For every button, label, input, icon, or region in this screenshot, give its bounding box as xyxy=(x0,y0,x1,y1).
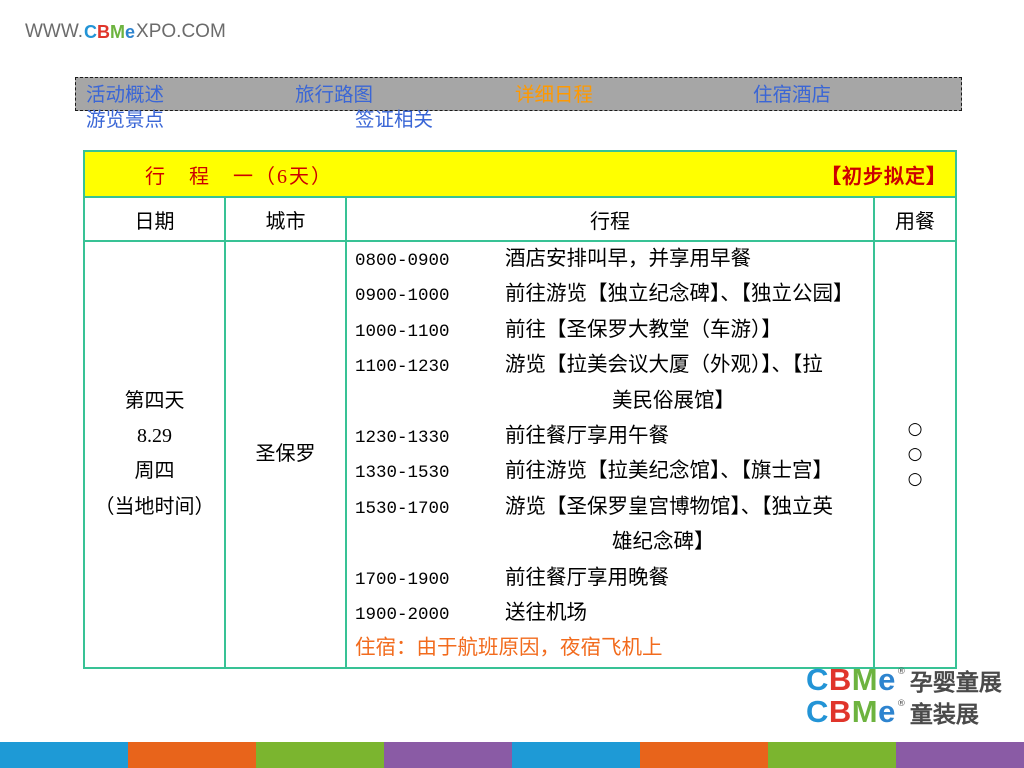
brand-logo-row: C B M e ® 童装展 xyxy=(806,696,1018,729)
schedule-activity: 前往餐厅享用晚餐 xyxy=(505,566,669,589)
color-bar-segment xyxy=(640,742,768,768)
site-logo: WWW. C B M e XPO.COM xyxy=(25,21,226,43)
brand-letter: M xyxy=(851,694,879,729)
day-label: 第四天 xyxy=(124,389,185,412)
meal-circle-icon: ○ xyxy=(907,468,923,489)
cbme-logo: C B M e xyxy=(806,664,896,696)
schedule-activity: 前往餐厅享用午餐 xyxy=(505,424,669,447)
header-meals: 用餐 xyxy=(873,196,957,242)
schedule-time: 1700-1900 xyxy=(355,569,450,590)
brand-letter: e xyxy=(878,662,896,697)
cbme-logo: C B M e xyxy=(806,696,896,728)
schedule-time: 1100-1230 xyxy=(355,357,450,378)
brand-logo: C B M e ® 孕婴童展 C B M e ® 童装展 xyxy=(806,664,1018,729)
nav-link-hotel[interactable]: 住宿酒店 xyxy=(753,86,831,106)
itinerary-table: 行 程 一（6天） 【初步拟定】 日期 城市 行程 用餐 第四天 8.29 周四… xyxy=(83,150,957,669)
schedule-activity: 游览【圣保罗皇宫博物馆】、【独立英 xyxy=(505,495,833,518)
schedule-activity: 酒店安排叫早，并享用早餐 xyxy=(505,248,751,270)
meal-circle-icon: ○ xyxy=(907,443,923,464)
header-schedule: 行程 xyxy=(345,196,875,242)
brand-letter: e xyxy=(878,694,896,729)
registered-mark: ® xyxy=(896,667,906,677)
itinerary-title: 行 程 一（6天） xyxy=(145,165,333,188)
schedule-item: 1700-1900 前往餐厅享用晚餐 xyxy=(355,561,873,596)
schedule-cell: 0800-0900 酒店安排叫早，并享用早餐 0900-1000 前往游览【独立纪念… xyxy=(345,240,875,669)
brand-letter: M xyxy=(110,22,126,42)
color-bar-segment xyxy=(768,742,896,768)
schedule-item: 1900-2000 送往机场 xyxy=(355,596,873,631)
itinerary-status: 【初步拟定】 xyxy=(821,165,947,188)
bottom-color-bar xyxy=(0,742,1024,768)
brand-letter: B xyxy=(97,22,111,42)
color-bar-segment xyxy=(0,742,128,768)
site-logo-suffix: XPO.COM xyxy=(136,21,226,42)
brand-letter: C xyxy=(806,662,829,697)
day-row: 第四天 8.29 周四 （当地时间） 圣保罗 0800-0900 酒店安排叫早，并… xyxy=(83,240,957,669)
weekday: 周四 xyxy=(134,460,175,483)
schedule-item: 1230-1330 前往餐厅享用午餐 xyxy=(355,419,873,454)
nav-link-detailed-schedule[interactable]: 详细日程 xyxy=(515,86,593,106)
timezone-note: （当地时间） xyxy=(94,495,215,518)
date-cell: 第四天 8.29 周四 （当地时间） xyxy=(83,240,226,669)
schedule-activity: 游览【拉美会议大厦（外观）】、【拉 xyxy=(505,354,823,377)
schedule-time: 1530-1700 xyxy=(355,498,450,519)
header-date: 日期 xyxy=(83,196,226,242)
slide-nav: 活动概述 旅行路图 详细日程 住宿酒店 游览景点 签证相关 xyxy=(75,77,963,133)
header-city: 城市 xyxy=(224,196,347,242)
nav-link-travel-route[interactable]: 旅行路图 xyxy=(295,86,373,106)
schedule-activity: 前往【圣保罗大教堂（车游）】 xyxy=(505,318,782,341)
meal-circle-icon: ○ xyxy=(907,418,923,439)
color-bar-segment xyxy=(256,742,384,768)
header-row: 日期 城市 行程 用餐 xyxy=(83,196,957,242)
brand-letter: C xyxy=(84,22,98,42)
city-cell: 圣保罗 xyxy=(224,240,347,669)
schedule-time: 1900-2000 xyxy=(355,604,450,625)
nav-link-visa[interactable]: 签证相关 xyxy=(355,111,433,131)
schedule-time: 0900-1000 xyxy=(355,286,450,307)
schedule-time: 1230-1330 xyxy=(355,427,450,448)
site-logo-prefix: WWW. xyxy=(25,21,84,42)
schedule-activity: 前往游览【拉美纪念馆】、【旗士宫】 xyxy=(505,460,833,483)
accommodation-note: 住宿：由于航班原因，夜宿飞机上 xyxy=(355,637,663,660)
schedule-time: 1000-1100 xyxy=(355,321,450,342)
site-logo-brand: C B M e xyxy=(84,21,135,43)
exhibition-name: 童装展 xyxy=(909,702,979,728)
brand-letter: e xyxy=(125,22,136,42)
date-value: 8.29 xyxy=(137,424,172,447)
schedule-item: 1330-1530 前往游览【拉美纪念馆】、【旗士宫】 xyxy=(355,454,873,489)
schedule-activity-continuation: 美民俗展馆】 xyxy=(612,389,735,412)
schedule-item: 1530-1700 游览【圣保罗皇宫博物馆】、【独立英 雄纪念碑】 xyxy=(355,490,873,561)
slide: WWW. C B M e XPO.COM 活动概述 旅行路图 详细日程 住宿酒店… xyxy=(0,0,1024,768)
schedule-time: 1330-1530 xyxy=(355,463,450,484)
schedule-item: 0800-0900 酒店安排叫早，并享用早餐 xyxy=(355,242,873,277)
registered-mark: ® xyxy=(896,699,906,709)
meals-cell: ○ ○ ○ xyxy=(873,240,957,669)
schedule-item: 1000-1100 前往【圣保罗大教堂（车游）】 xyxy=(355,313,873,348)
schedule-activity: 送往机场 xyxy=(505,601,587,624)
schedule-item: 0900-1000 前往游览【独立纪念碑】、【独立公园】 xyxy=(355,277,873,312)
exhibition-name: 孕婴童展 xyxy=(909,670,1002,696)
brand-letter: C xyxy=(806,694,829,729)
nav-link-sightseeing[interactable]: 游览景点 xyxy=(86,111,164,131)
city-name: 圣保罗 xyxy=(255,442,316,465)
title-row: 行 程 一（6天） 【初步拟定】 xyxy=(83,150,957,198)
schedule-activity-continuation: 雄纪念碑】 xyxy=(612,531,715,554)
color-bar-segment xyxy=(896,742,1024,768)
color-bar-segment xyxy=(384,742,512,768)
brand-letter: B xyxy=(828,662,852,697)
nav-link-activity-overview[interactable]: 活动概述 xyxy=(86,86,164,106)
schedule-item: 1100-1230 游览【拉美会议大厦（外观）】、【拉 美民俗展馆】 xyxy=(355,348,873,419)
color-bar-segment xyxy=(512,742,640,768)
color-bar-segment xyxy=(128,742,256,768)
title-cell: 行 程 一（6天） 【初步拟定】 xyxy=(83,150,957,198)
brand-letter: M xyxy=(851,662,879,697)
brand-logo-row: C B M e ® 孕婴童展 xyxy=(806,664,1018,697)
schedule-activity: 前往游览【独立纪念碑】、【独立公园】 xyxy=(505,283,854,306)
schedule-time: 0800-0900 xyxy=(355,251,450,271)
brand-letter: B xyxy=(828,694,852,729)
